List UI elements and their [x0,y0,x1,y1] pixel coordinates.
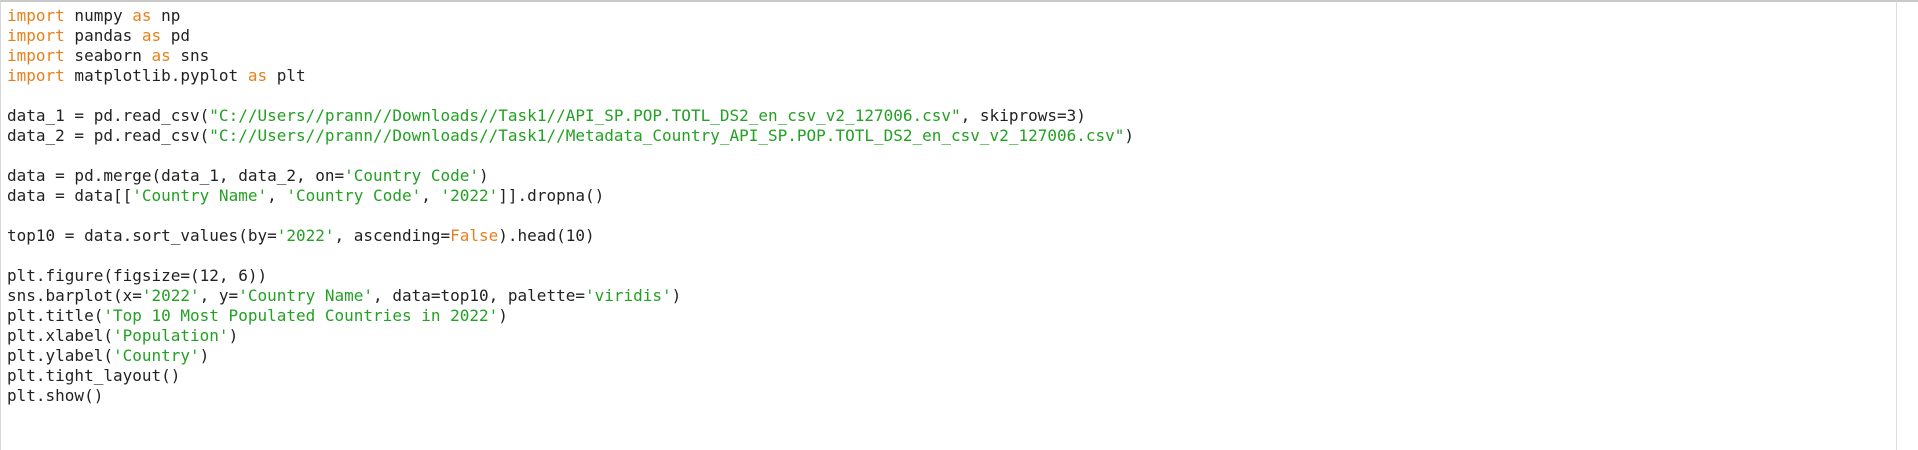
code-string: '2022' [440,186,499,205]
code-string: "C://Users//prann//Downloads//Task1//API… [209,106,961,125]
code-token: plt.title( [7,306,104,325]
code-string: 'Country Code' [344,166,480,185]
code-token: sns.barplot(x= [7,286,142,305]
code-text-area[interactable]: import numpy as np import pandas as pd imp… [7,6,1134,406]
code-string: 'viridis' [584,286,672,305]
code-line: plt.xlabel('Population') [7,326,1134,346]
code-line: plt.show() [7,386,1134,406]
code-token: data = data[[ [7,186,133,205]
code-keyword: False [450,226,499,245]
code-keyword: as [247,66,268,85]
code-line: import pandas as pd [7,26,1134,46]
code-token: data = pd.merge(data_1, data_2, on= [7,166,345,185]
code-line: sns.barplot(x='2022', y='Country Name', … [7,286,1134,306]
code-token: ) [199,346,210,365]
code-token: ]].dropna() [498,186,605,205]
code-line: plt.tight_layout() [7,366,1134,386]
code-keyword: import [7,46,65,65]
code-token: ) [479,166,489,185]
code-token: pd [161,26,191,45]
code-token: plt.show() [7,386,104,405]
code-token: seaborn [64,46,152,65]
code-keyword: import [7,6,65,25]
code-line: import numpy as np [7,6,1134,26]
code-string: 'Country' [112,346,200,365]
code-line: top10 = data.sort_values(by='2022', asce… [7,226,1134,246]
code-line: import seaborn as sns [7,46,1134,66]
vertical-scrollbar[interactable] [1896,0,1918,450]
code-token: ).head(10) [498,226,595,245]
code-line: data_2 = pd.read_csv("C://Users//prann//… [7,126,1134,146]
code-token: data_2 = pd.read_csv( [7,126,210,145]
code-token: matplotlib.pyplot [64,66,248,85]
code-token: , [267,186,287,205]
code-token: , y= [199,286,239,305]
code-token: top10 = data.sort_values(by= [7,226,277,245]
code-line: data = data[['Country Name', 'Country Co… [7,186,1134,206]
code-string: '2022' [276,226,335,245]
code-token: ) [228,326,239,345]
code-keyword: import [7,66,65,85]
code-token: pandas [64,26,142,45]
code-string: 'Country Name' [132,186,268,205]
code-string: '2022' [141,286,200,305]
code-line: data = pd.merge(data_1, data_2, on='Coun… [7,166,1134,186]
code-token: , ascending= [334,226,451,245]
code-string: 'Population' [112,326,229,345]
code-keyword: import [7,26,65,45]
code-token: plt.ylabel( [7,346,113,365]
code-token: , data=top10, palette= [373,286,585,305]
code-string: 'Country Code' [286,186,422,205]
code-keyword: as [151,46,171,65]
code-string: "C://Users//prann//Downloads//Task1//Met… [209,126,1125,145]
code-token: , [421,186,441,205]
code-editor[interactable]: import numpy as np import pandas as pd imp… [0,0,1896,450]
code-keyword: as [141,26,162,45]
code-token: , skiprows=3) [960,106,1086,125]
code-token: sns [170,46,210,65]
code-token: data_1 = pd.read_csv( [7,106,210,125]
code-line: plt.ylabel('Country') [7,346,1134,366]
code-token: plt.xlabel( [7,326,113,345]
code-string: 'Top 10 Most Populated Countries in 2022… [103,306,499,325]
code-line: data_1 = pd.read_csv("C://Users//prann//… [7,106,1134,126]
code-token: plt [267,66,306,85]
code-line: import matplotlib.pyplot as plt [7,66,1134,86]
code-token: plt.tight_layout() [7,366,181,385]
code-keyword: as [132,6,152,25]
code-line: plt.title('Top 10 Most Populated Countri… [7,306,1134,326]
code-token: plt.figure(figsize=(12, 6)) [7,266,268,285]
code-token: np [151,6,181,25]
code-token: numpy [64,6,133,25]
code-token: ) [498,306,508,325]
code-line: plt.figure(figsize=(12, 6)) [7,266,1134,286]
code-string: 'Country Name' [238,286,374,305]
code-token: ) [1124,126,1135,145]
code-token: ) [671,286,682,305]
